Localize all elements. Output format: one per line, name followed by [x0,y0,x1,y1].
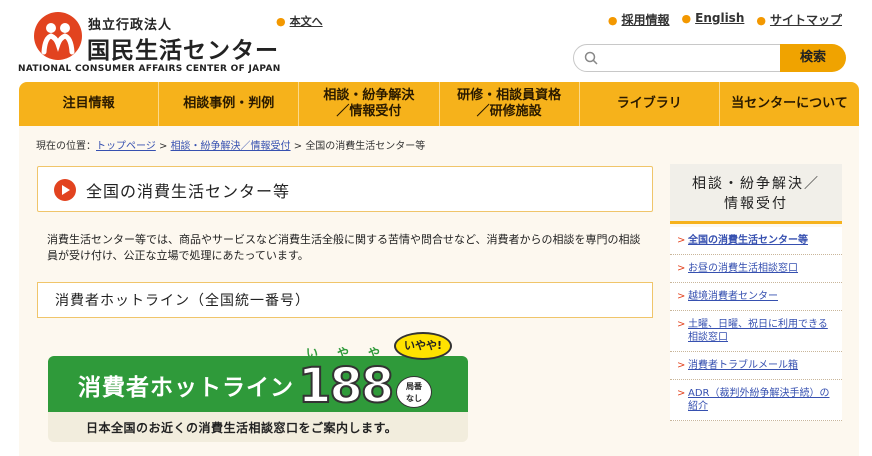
hotline-subtext: 日本全国のお近くの消費生活相談窓口をご案内します。 [86,421,398,435]
skip-link[interactable]: 本文へ [290,15,323,28]
hotline-banner[interactable]: 消費者ホットライン いやや 188 いやや! 局番 なし 日本全国のお近くの消費… [48,330,468,442]
logo-icon[interactable] [34,12,82,60]
breadcrumb-current: 全国の消費生活センター等 [305,141,426,152]
hotline-label: 消費者ホットライン [78,375,294,401]
recruit-link[interactable]: 採用情報 [622,13,670,27]
lead-text: 消費生活センター等では、商品やサービスなど消費生活全般に関する苦情や問合せなど、… [47,233,641,262]
sitemap-link[interactable]: サイトマップ [770,13,842,27]
side-link[interactable]: お昼の消費生活相談窓口 [688,263,798,274]
hotline-no-area-code-tag: 局番 なし [396,376,432,408]
org-name[interactable]: 国民生活センター [87,31,279,65]
nav-about[interactable]: 当センターについて [720,82,859,126]
side-menu: 相談・紛争解決／ 情報受付 全国の消費生活センター等 お昼の消費生活相談窓口 越… [670,164,842,456]
side-menu-heading: 相談・紛争解決／ 情報受付 [670,164,842,224]
page-title: 全国の消費生活センター等 [86,182,291,201]
breadcrumb-separator: > [155,141,171,152]
search-button[interactable]: 検索 [780,44,846,72]
breadcrumb-separator: > [290,141,306,152]
side-item-cross-border: 越境消費者センター [670,283,842,311]
side-item-adr: ADR（裁判外紛争解決手続）の紹介 [670,380,842,421]
side-link[interactable]: 全国の消費生活センター等 [688,235,808,246]
skip-to-content[interactable]: ● 本文へ [276,13,323,29]
side-item-mailbox: 消費者トラブルメール箱 [670,352,842,380]
section-heading-box: 消費者ホットライン（全国統一番号） [37,282,653,318]
hotline-number: 188 [297,357,395,415]
side-link[interactable]: 消費者トラブルメール箱 [688,360,798,371]
english-link[interactable]: English [695,11,744,25]
search-box [573,44,784,72]
site-header: 独立行政法人 国民生活センター NATIONAL CONSUMER AFFAIR… [0,0,872,84]
nav-consultation[interactable]: 相談・紛争解決 ／情報受付 [299,82,440,126]
hotline-sub-band: 日本全国のお近くの消費生活相談窓口をご案内します。 [48,412,468,442]
side-link[interactable]: ADR（裁判外紛争解決手続）の紹介 [688,388,830,412]
search-icon [584,51,598,65]
breadcrumb: 現在の位置：トップページ > 相談・紛争解決／情報受付 > 全国の消費生活センタ… [36,137,425,152]
util-item-recruit: ● 採用情報 [608,11,670,28]
bullet-icon: ● [756,14,766,27]
search-input[interactable] [604,48,779,68]
nav-cases[interactable]: 相談事例・判例 [159,82,300,126]
nav-label: 当センターについて [731,96,848,111]
bullet-icon: ● [607,14,618,27]
page-title-box: 全国の消費生活センター等 [37,166,653,212]
util-item-english: ● English [682,11,745,28]
side-item-centers: 全国の消費生活センター等 [670,227,842,255]
side-item-weekend: 土曜、日曜、祝日に利用できる相談窓口 [670,311,842,352]
nav-library[interactable]: ライブラリ [580,82,720,126]
nav-featured[interactable]: 注目情報 [19,82,160,126]
org-english-name: NATIONAL CONSUMER AFFAIRS CENTER OF JAPA… [18,64,281,74]
side-link[interactable]: 越境消費者センター [688,291,778,302]
side-item-lunch: お昼の消費生活相談窓口 [670,255,842,283]
hotline-speech-bubble: いやや! [394,332,452,360]
nav-label: 注目情報 [62,96,115,111]
section-heading: 消費者ホットライン（全国統一番号） [55,293,310,309]
bullet-icon: ● [681,12,692,25]
nav-label: 相談事例・判例 [183,96,275,111]
nav-training[interactable]: 研修・相談員資格 ／研修施設 [440,82,580,126]
nav-label: ライブラリ [616,96,682,111]
side-menu-list: 全国の消費生活センター等 お昼の消費生活相談窓口 越境消費者センター 土曜、日曜… [670,227,842,421]
util-item-sitemap: ● サイトマップ [756,11,842,28]
bullet-icon: ● [276,15,286,28]
breadcrumb-prefix: 現在の位置： [36,141,96,152]
global-nav: 注目情報 相談事例・判例 相談・紛争解決 ／情報受付 研修・相談員資格 ／研修施… [19,82,859,126]
utility-nav: ● 採用情報 ● English ● サイトマップ [608,11,842,28]
breadcrumb-home-link[interactable]: トップページ [96,141,156,152]
side-link[interactable]: 土曜、日曜、祝日に利用できる相談窓口 [688,319,828,343]
nav-label: 研修・相談員資格 ／研修施設 [457,88,562,119]
breadcrumb-section-link[interactable]: 相談・紛争解決／情報受付 [171,141,291,152]
nav-label: 相談・紛争解決 ／情報受付 [323,88,415,119]
play-arrow-icon [54,179,76,201]
